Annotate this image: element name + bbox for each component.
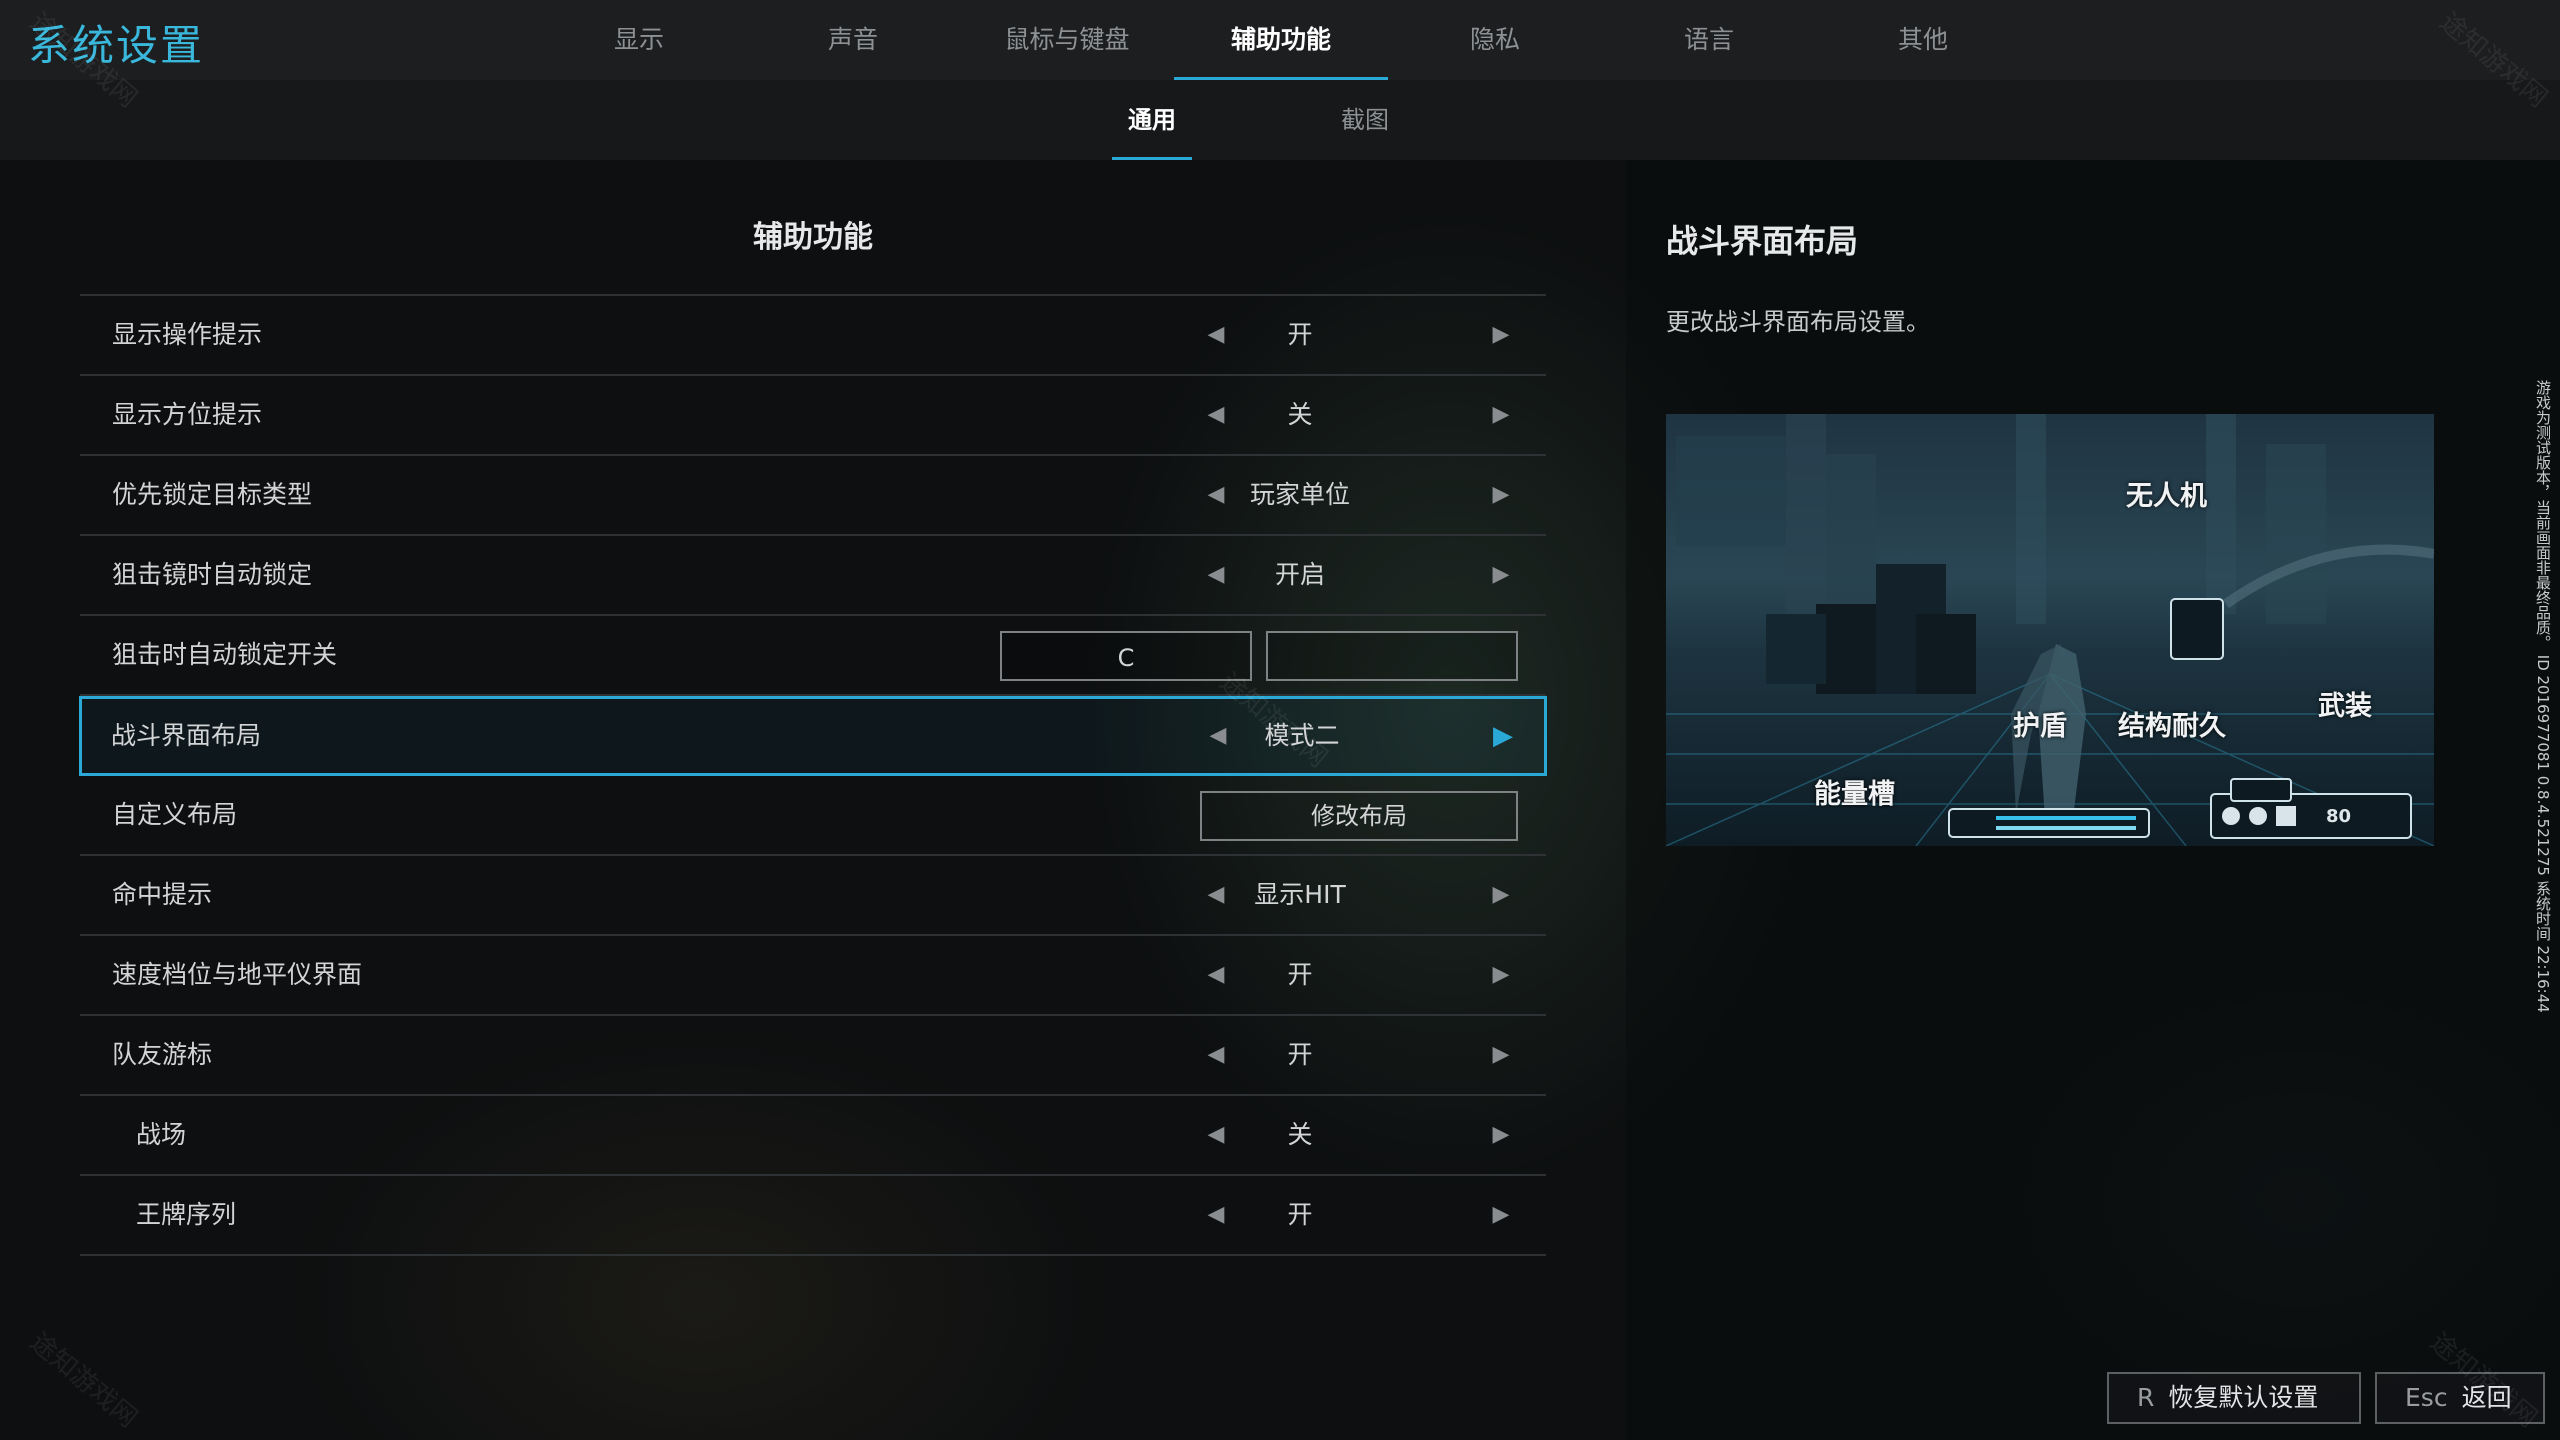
watermark: 途知游戏网 bbox=[23, 1327, 143, 1434]
arrow-right-icon[interactable]: ▶ bbox=[1481, 376, 1521, 454]
setting-row-combat-layout[interactable]: 战斗界面布局 ◀ 模式二 ▶ bbox=[79, 696, 1547, 776]
arrow-right-icon[interactable]: ▶ bbox=[1481, 936, 1521, 1014]
setting-label: 显示操作提示 bbox=[112, 320, 263, 349]
setting-row-teammate-cursor[interactable]: 队友游标 ◀ 开 ▶ bbox=[80, 1016, 1546, 1096]
settings-list: 显示操作提示 ◀ 开 ▶ 显示方位提示 ◀ 关 ▶ 优先锁定目标类型 ◀ 玩家单… bbox=[79, 294, 1547, 1256]
setting-row-scope-auto-lock[interactable]: 狙击镜时自动锁定 ◀ 开启 ▶ bbox=[80, 536, 1546, 616]
setting-label: 优先锁定目标类型 bbox=[112, 480, 313, 509]
reset-key-hint: R bbox=[2137, 1383, 2155, 1412]
setting-value: 开 bbox=[1287, 1200, 1313, 1229]
setting-row-direction-hints[interactable]: 显示方位提示 ◀ 关 ▶ bbox=[80, 376, 1546, 456]
setting-value: 关 bbox=[1287, 1120, 1313, 1149]
arrow-right-icon[interactable]: ▶ bbox=[1481, 856, 1521, 934]
tab-other[interactable]: 其他 bbox=[1816, 0, 2030, 80]
setting-label: 战斗界面布局 bbox=[111, 721, 262, 750]
setting-label: 显示方位提示 bbox=[112, 400, 263, 429]
setting-row-hit-hint[interactable]: 命中提示 ◀ 显示HIT ▶ bbox=[80, 856, 1546, 936]
setting-label: 速度档位与地平仪界面 bbox=[112, 960, 363, 989]
setting-row-custom-layout: 自定义布局 修改布局 bbox=[80, 776, 1546, 856]
setting-value: 关 bbox=[1287, 400, 1313, 429]
setting-value: 开启 bbox=[1274, 560, 1325, 589]
setting-value: 显示HIT bbox=[1254, 880, 1346, 909]
reset-label: 恢复默认设置 bbox=[2168, 1383, 2319, 1412]
preview-scene bbox=[1666, 414, 2434, 846]
arrow-right-icon[interactable]: ▶ bbox=[1481, 1096, 1521, 1174]
setting-value: 开 bbox=[1287, 1040, 1313, 1069]
keybind-primary[interactable]: C bbox=[1000, 631, 1252, 681]
setting-label: 王牌序列 bbox=[136, 1200, 237, 1229]
tab-display[interactable]: 显示 bbox=[532, 0, 746, 80]
arrow-right-icon[interactable]: ▶ bbox=[1481, 456, 1521, 534]
setting-label: 战场 bbox=[136, 1120, 187, 1149]
setting-label: 自定义布局 bbox=[112, 800, 238, 829]
esc-key-hint: Esc bbox=[2405, 1383, 2448, 1412]
callout-drone: 无人机 bbox=[2126, 481, 2207, 512]
setting-label: 队友游标 bbox=[112, 1040, 213, 1069]
arrow-right-icon[interactable]: ▶ bbox=[1481, 296, 1521, 374]
subtab-general[interactable]: 通用 bbox=[1112, 80, 1192, 160]
setting-row-lock-target-type[interactable]: 优先锁定目标类型 ◀ 玩家单位 ▶ bbox=[80, 456, 1546, 536]
arrow-right-icon[interactable]: ▶ bbox=[1481, 536, 1521, 614]
build-info: 游戏为测试版本，当前画面非最终品质。 ID 2016977081 0.8.4.5… bbox=[2534, 380, 2552, 1013]
arrow-right-icon[interactable]: ▶ bbox=[1481, 1016, 1521, 1094]
reset-defaults-button[interactable]: R 恢复默认设置 bbox=[2107, 1372, 2361, 1424]
callout-energy: 能量槽 bbox=[1814, 779, 1895, 810]
setting-label: 狙击镜时自动锁定 bbox=[112, 560, 313, 589]
setting-label: 命中提示 bbox=[112, 880, 213, 909]
detail-title: 战斗界面布局 bbox=[1666, 222, 1859, 260]
callout-armament: 武装 bbox=[2318, 691, 2372, 722]
setting-row-ace-sequence[interactable]: 王牌序列 ◀ 开 ▶ bbox=[80, 1176, 1546, 1256]
setting-value: 开 bbox=[1287, 320, 1313, 349]
layout-preview-image: 无人机 护盾 结构耐久 武装 能量槽 80 bbox=[1666, 414, 2434, 846]
modify-layout-button[interactable]: 修改布局 bbox=[1200, 791, 1518, 841]
setting-value: 开 bbox=[1287, 960, 1313, 989]
detail-panel: 战斗界面布局 更改战斗界面布局设置。 无人机 护盾 结构耐久 武装 能量槽 80 bbox=[1626, 160, 2560, 1440]
tab-sound[interactable]: 声音 bbox=[746, 0, 960, 80]
tab-mouse-keyboard[interactable]: 鼠标与键盘 bbox=[960, 0, 1174, 80]
tab-accessibility[interactable]: 辅助功能 bbox=[1174, 0, 1388, 80]
keybind-secondary[interactable] bbox=[1266, 631, 1518, 681]
section-title: 辅助功能 bbox=[753, 220, 873, 255]
tab-privacy[interactable]: 隐私 bbox=[1388, 0, 1602, 80]
setting-row-snipe-lock-key: 狙击时自动锁定开关 C bbox=[80, 616, 1546, 696]
arrow-right-icon[interactable]: ▶ bbox=[1483, 699, 1523, 777]
detail-description: 更改战斗界面布局设置。 bbox=[1666, 308, 1930, 336]
setting-row-battlefield[interactable]: 战场 ◀ 关 ▶ bbox=[80, 1096, 1546, 1176]
arrow-right-icon[interactable]: ▶ bbox=[1481, 1176, 1521, 1254]
callout-durability: 结构耐久 bbox=[2118, 711, 2226, 742]
ammo-count: 80 bbox=[2326, 806, 2352, 827]
subtab-screenshot[interactable]: 截图 bbox=[1325, 80, 1405, 160]
setting-row-show-hints[interactable]: 显示操作提示 ◀ 开 ▶ bbox=[80, 296, 1546, 376]
setting-row-speed-horizon[interactable]: 速度档位与地平仪界面 ◀ 开 ▶ bbox=[80, 936, 1546, 1016]
sub-nav-bar: 通用 截图 bbox=[0, 80, 2560, 160]
tab-language[interactable]: 语言 bbox=[1602, 0, 1816, 80]
setting-label: 狙击时自动锁定开关 bbox=[112, 640, 338, 669]
callout-shield: 护盾 bbox=[2013, 711, 2067, 742]
top-nav-bar: 系统设置 显示 声音 鼠标与键盘 辅助功能 隐私 语言 其他 bbox=[0, 0, 2560, 80]
setting-value: 玩家单位 bbox=[1249, 480, 1350, 509]
